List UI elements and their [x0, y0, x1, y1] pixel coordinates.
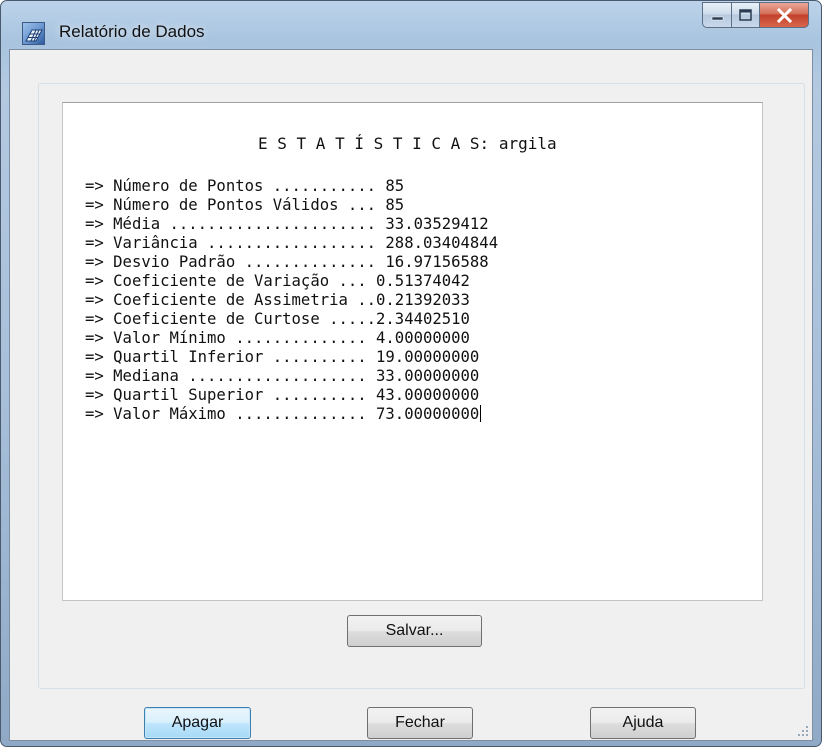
minimize-icon: [711, 16, 724, 21]
report-line: => Número de Pontos Válidos ... 85: [85, 196, 405, 214]
report-text-area[interactable]: E S T A T Í S T I C A S: argila => Númer…: [62, 102, 763, 601]
report-line: => Média ...................... 33.03529…: [85, 215, 489, 233]
report-lines: => Número de Pontos ........... 85 => Nú…: [85, 177, 498, 424]
resize-grip-icon[interactable]: [797, 725, 809, 737]
maximize-button[interactable]: [732, 2, 760, 28]
report-line: => Coeficiente de Variação ... 0.5137404…: [85, 272, 470, 290]
report-line: => Desvio Padrão .............. 16.97156…: [85, 253, 489, 271]
text-caret: [480, 405, 482, 422]
report-line: => Número de Pontos ........... 85: [85, 177, 405, 195]
window-title: Relatório de Dados: [59, 22, 205, 41]
clear-button[interactable]: Apagar: [144, 707, 251, 739]
help-button[interactable]: Ajuda: [590, 707, 696, 739]
report-line: => Valor Mínimo .............. 4.0000000…: [85, 329, 470, 347]
minimize-button[interactable]: [702, 2, 732, 28]
report-title: E S T A T Í S T I C A S: argila: [258, 134, 557, 153]
report-line: => Coeficiente de Assimetria ..0.2139203…: [85, 291, 470, 309]
close-window-button[interactable]: [760, 2, 809, 28]
report-line-last: => Valor Máximo .............. 73.000000…: [85, 405, 498, 424]
report-line: => Valor Máximo .............. 73.000000…: [85, 405, 480, 423]
report-line: => Mediana ................... 33.000000…: [85, 367, 480, 385]
report-line: => Quartil Inferior .......... 19.000000…: [85, 348, 480, 366]
report-line: => Variância .................. 288.0340…: [85, 234, 499, 252]
maximize-icon: [739, 9, 752, 21]
report-line: => Quartil Superior .......... 43.000000…: [85, 386, 480, 404]
close-button[interactable]: Fechar: [367, 707, 473, 739]
map-grid-icon[interactable]: [22, 22, 45, 45]
dialog-body: E S T A T Í S T I C A S: argila => Númer…: [9, 49, 813, 741]
title-bar[interactable]: Relatório de Dados: [1, 1, 821, 49]
close-icon: [776, 7, 793, 24]
save-button[interactable]: Salvar...: [347, 615, 482, 647]
window-controls: [702, 2, 809, 28]
report-window: Relatório de Dados E S T A T Í S T I C A…: [0, 0, 822, 747]
report-line: => Coeficiente de Curtose .....2.3440251…: [85, 310, 470, 328]
